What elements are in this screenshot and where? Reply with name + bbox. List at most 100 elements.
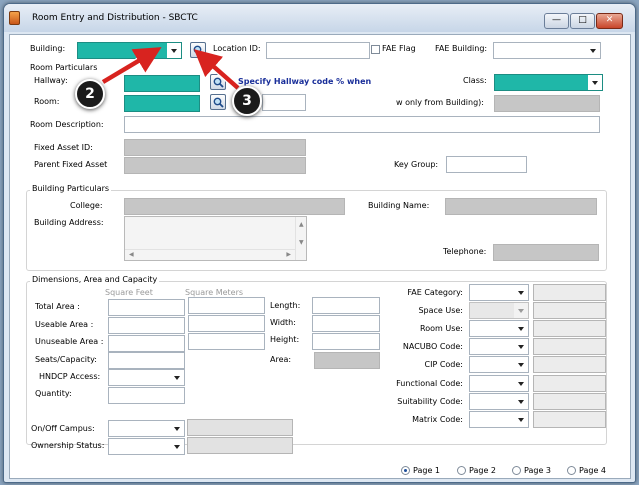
close-button[interactable]: ✕ bbox=[596, 13, 623, 29]
fixed-asset-id-label: Fixed Asset ID: bbox=[34, 143, 93, 152]
suitability-code-dropdown[interactable] bbox=[469, 393, 529, 410]
dimensions-title: Dimensions, Area and Capacity bbox=[30, 275, 160, 284]
functional-code-description bbox=[533, 375, 606, 392]
room-description-label: Room Description: bbox=[30, 120, 104, 129]
page-2-radio[interactable] bbox=[457, 466, 466, 475]
fixed-asset-id-field bbox=[124, 139, 306, 156]
chevron-down-icon bbox=[514, 376, 528, 391]
room-input[interactable] bbox=[124, 95, 200, 112]
seats-capacity-label: Seats/Capacity: bbox=[35, 355, 97, 364]
space-use-description bbox=[533, 302, 606, 319]
room-particulars-title: Room Particulars bbox=[30, 63, 98, 72]
maximize-icon: □ bbox=[578, 15, 587, 25]
suitability-code-label: Suitability Code: bbox=[397, 397, 463, 406]
room-use-label: Room Use: bbox=[420, 324, 463, 333]
hallway-input[interactable] bbox=[124, 75, 200, 92]
class-label: Class: bbox=[463, 76, 487, 85]
ownership-status-dropdown[interactable] bbox=[108, 438, 185, 455]
chevron-down-icon bbox=[167, 43, 181, 58]
matrix-code-dropdown[interactable] bbox=[469, 411, 529, 428]
quantity-input[interactable] bbox=[108, 387, 185, 404]
page-4-label: Page 4 bbox=[579, 466, 606, 475]
building-dropdown[interactable] bbox=[77, 42, 182, 59]
quantity-label: Quantity: bbox=[35, 389, 72, 398]
unuseable-area-sqft-input[interactable] bbox=[108, 335, 185, 352]
room-search-button[interactable] bbox=[210, 94, 226, 110]
callout-2: 2 bbox=[75, 79, 105, 109]
matrix-code-description bbox=[533, 411, 606, 428]
parent-fixed-asset-label: Parent Fixed Asset bbox=[34, 160, 108, 169]
building-search-button[interactable] bbox=[190, 42, 206, 58]
college-field bbox=[124, 198, 345, 215]
app-icon bbox=[9, 11, 20, 25]
chevron-down-icon bbox=[514, 357, 528, 372]
room-extra-input[interactable] bbox=[262, 94, 306, 111]
address-horizontal-scrollbar[interactable]: ◀ ▶ bbox=[125, 249, 295, 260]
useable-area-sqft-input[interactable] bbox=[108, 317, 185, 334]
key-group-label: Key Group: bbox=[394, 160, 439, 169]
functional-code-label: Functional Code: bbox=[396, 379, 463, 388]
total-area-sqft-input[interactable] bbox=[108, 299, 185, 316]
on-off-campus-dropdown[interactable] bbox=[108, 420, 185, 437]
scroll-right-icon: ▶ bbox=[286, 251, 291, 258]
key-group-input[interactable] bbox=[446, 156, 527, 173]
parent-fixed-asset-field bbox=[124, 157, 306, 174]
window-title: Room Entry and Distribution - SBCTC bbox=[32, 13, 198, 23]
building-hint-field bbox=[494, 95, 600, 112]
chevron-down-icon bbox=[514, 394, 528, 409]
search-icon bbox=[213, 97, 224, 108]
page-1-radio[interactable] bbox=[401, 466, 410, 475]
scroll-left-icon: ◀ bbox=[129, 251, 134, 258]
chevron-down-icon bbox=[170, 439, 184, 454]
unuseable-area-label: Unuseable Area : bbox=[35, 337, 104, 346]
chevron-down-icon bbox=[170, 421, 184, 436]
ownership-status-description bbox=[187, 437, 293, 454]
nacubo-code-dropdown[interactable] bbox=[469, 338, 529, 355]
chevron-down-icon bbox=[514, 303, 528, 318]
class-dropdown[interactable] bbox=[494, 74, 603, 91]
minimize-button[interactable]: — bbox=[544, 13, 569, 29]
page-2-label: Page 2 bbox=[469, 466, 496, 475]
maximize-button[interactable]: □ bbox=[570, 13, 595, 29]
nacubo-code-label: NACUBO Code: bbox=[402, 342, 463, 351]
space-use-dropdown bbox=[469, 302, 529, 319]
chevron-down-icon bbox=[514, 412, 528, 427]
square-feet-header: Square Feet bbox=[105, 288, 153, 297]
chevron-down-icon bbox=[170, 370, 184, 385]
building-label: Building: bbox=[30, 44, 66, 53]
address-vertical-scrollbar[interactable]: ▲ ▼ bbox=[295, 217, 306, 260]
hallway-search-button[interactable] bbox=[210, 74, 226, 90]
cip-code-dropdown[interactable] bbox=[469, 356, 529, 373]
page-3-radio[interactable] bbox=[512, 466, 521, 475]
telephone-label: Telephone: bbox=[443, 247, 487, 256]
fae-flag-checkbox[interactable] bbox=[371, 45, 380, 54]
fae-category-description bbox=[533, 284, 606, 301]
square-meters-header: Square Meters bbox=[185, 288, 244, 297]
building-particulars-title: Building Particulars bbox=[30, 184, 112, 193]
location-id-input[interactable] bbox=[266, 42, 370, 59]
fae-building-label: FAE Building: bbox=[435, 44, 488, 53]
minimize-icon: — bbox=[552, 15, 561, 25]
total-area-sqm-input[interactable] bbox=[188, 297, 265, 314]
room-use-dropdown[interactable] bbox=[469, 320, 529, 337]
chevron-down-icon bbox=[586, 43, 600, 58]
nacubo-code-description bbox=[533, 338, 606, 355]
hndcp-access-dropdown[interactable] bbox=[108, 369, 185, 386]
page-3-label: Page 3 bbox=[524, 466, 551, 475]
telephone-field bbox=[493, 244, 599, 261]
functional-code-dropdown[interactable] bbox=[469, 375, 529, 392]
width-label: Width: bbox=[270, 318, 296, 327]
page-4-radio[interactable] bbox=[567, 466, 576, 475]
location-id-label: Location ID: bbox=[213, 44, 261, 53]
fae-category-dropdown[interactable] bbox=[469, 284, 529, 301]
hallway-label: Hallway: bbox=[34, 76, 68, 85]
suitability-code-description bbox=[533, 393, 606, 410]
room-description-input[interactable] bbox=[124, 116, 600, 133]
building-address-field: ▲ ▼ ◀ ▶ bbox=[124, 216, 307, 261]
seats-capacity-input[interactable] bbox=[108, 352, 185, 369]
unuseable-area-sqm-input[interactable] bbox=[188, 333, 265, 350]
callout-3: 3 bbox=[232, 86, 262, 116]
useable-area-sqm-input[interactable] bbox=[188, 315, 265, 332]
useable-area-label: Useable Area : bbox=[35, 320, 94, 329]
fae-building-dropdown[interactable] bbox=[493, 42, 601, 59]
